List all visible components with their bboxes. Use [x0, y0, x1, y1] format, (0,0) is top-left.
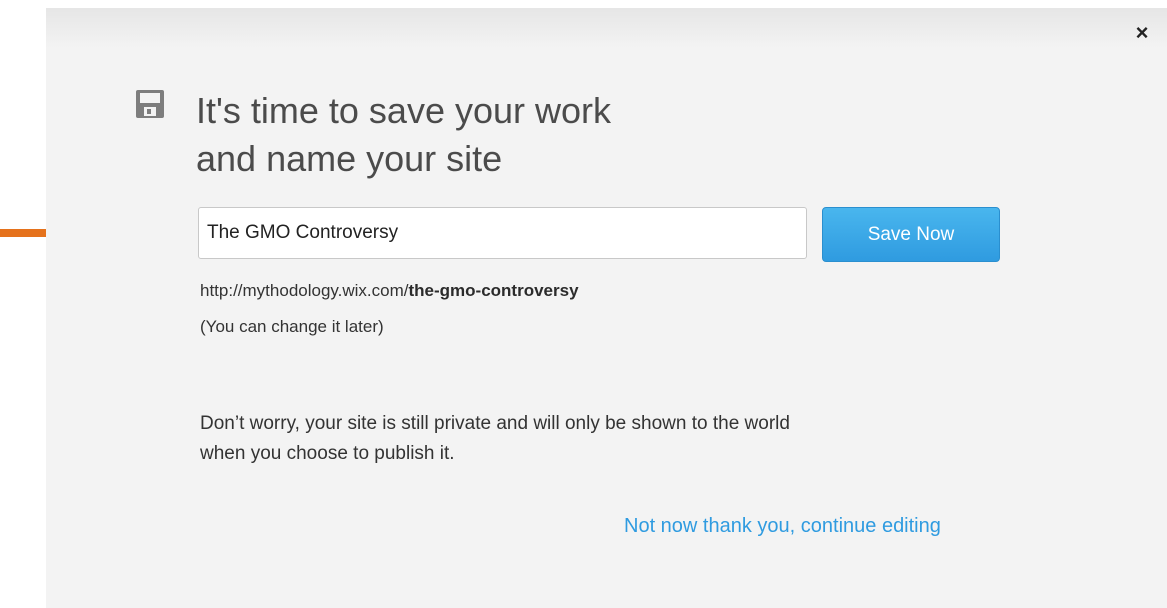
privacy-note-line-2: when you choose to publish it.	[200, 443, 455, 464]
site-name-input[interactable]	[198, 207, 807, 259]
save-now-button[interactable]: Save Now	[822, 207, 1000, 262]
dialog-header-shade	[46, 8, 1167, 48]
save-site-dialog: × It's time to save your work and name y…	[46, 8, 1167, 608]
page-title: It's time to save your work and name you…	[196, 87, 611, 183]
title-line-1: It's time to save your work	[196, 90, 612, 131]
continue-editing-link[interactable]: Not now thank you, continue editing	[624, 515, 941, 538]
privacy-note-line-1: Don’t worry, your site is still private …	[200, 413, 790, 434]
privacy-note: Don’t worry, your site is still private …	[200, 409, 1000, 469]
site-url: http://mythodology.wix.com/the-gmo-contr…	[200, 281, 579, 301]
site-url-prefix: http://mythodology.wix.com/	[200, 281, 409, 300]
floppy-disk-icon	[136, 90, 164, 118]
title-line-2: and name your site	[196, 138, 503, 179]
site-url-slug: the-gmo-controversy	[408, 281, 579, 300]
change-later-note: (You can change it later)	[200, 317, 384, 336]
close-icon[interactable]: ×	[1133, 22, 1151, 44]
